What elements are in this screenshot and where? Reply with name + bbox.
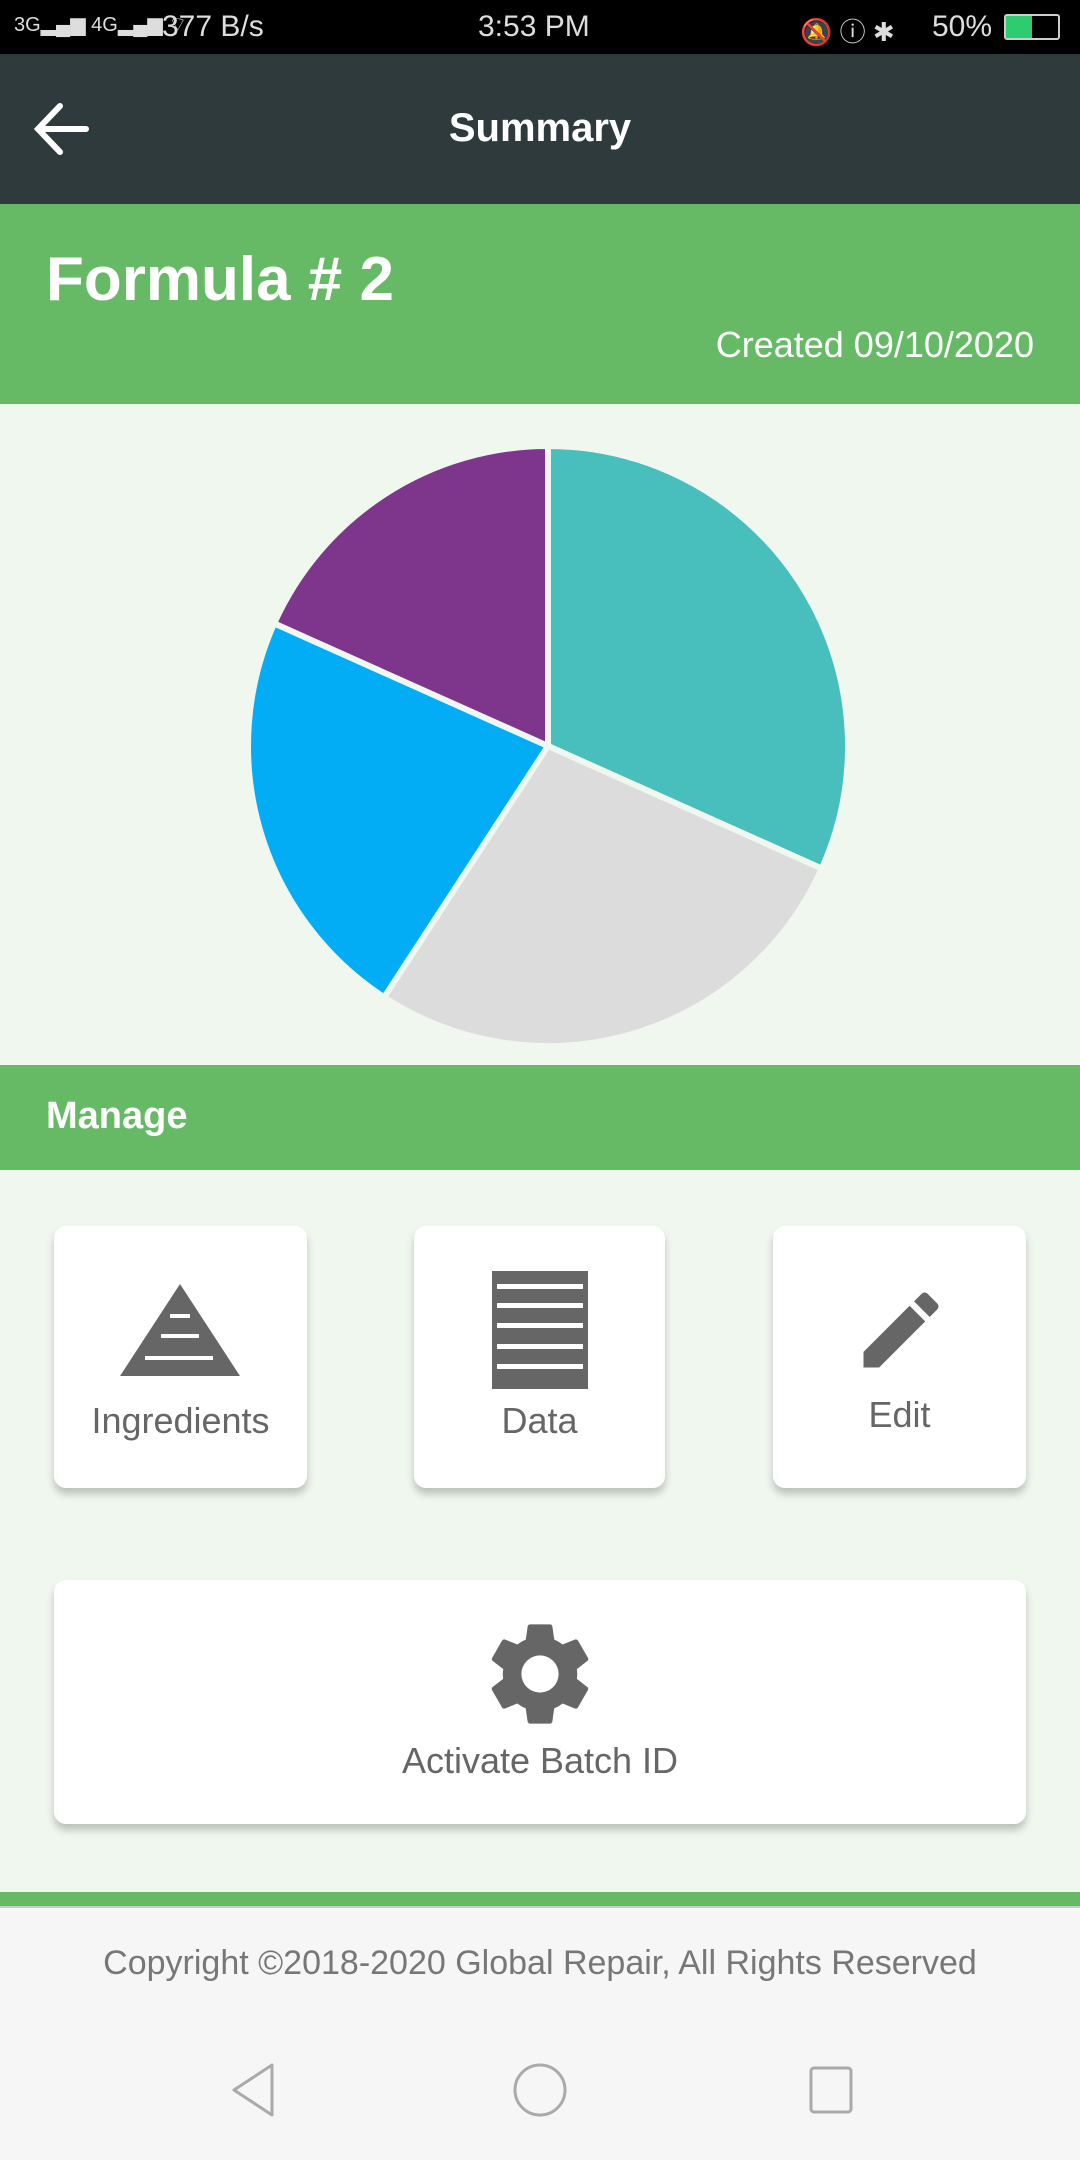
gear-icon [491, 1624, 589, 1724]
formula-title: Formula # 2 [46, 245, 394, 314]
created-date: Created 09/10/2020 [715, 324, 1034, 365]
activate-batch-id-button[interactable]: Activate Batch ID [54, 1580, 1026, 1824]
nav-back-icon[interactable] [228, 2060, 278, 2120]
edit-button[interactable]: Edit [773, 1226, 1026, 1488]
data-label: Data [501, 1400, 578, 1441]
status-icons: 🔕 ⓘ ✱ [800, 17, 895, 47]
app-bar: Summary [0, 54, 1080, 204]
edit-label: Edit [868, 1394, 931, 1435]
pie-chart-area [0, 404, 1080, 1064]
document-lines-icon [492, 1271, 588, 1389]
battery-icon [1004, 14, 1060, 40]
nav-home-icon[interactable] [510, 2060, 570, 2120]
clock: 3:53 PM [478, 10, 590, 43]
activate-label: Activate Batch ID [401, 1740, 679, 1781]
network-speed: 377 B/s [162, 10, 264, 43]
status-bar: 3G▂▄▆ 4G▂▄▆ ⌔ 377 B/s 3:53 PM 🔕 ⓘ ✱ 50% [0, 0, 1080, 54]
nav-recents-icon[interactable] [806, 2060, 856, 2120]
formula-header: Formula # 2 Created 09/10/2020 [0, 204, 1080, 404]
manage-header: Manage [0, 1065, 1080, 1170]
ingredients-label: Ingredients [91, 1400, 270, 1441]
pencil-icon [863, 1292, 939, 1368]
pyramid-icon [120, 1284, 240, 1376]
footer-divider [0, 1892, 1080, 1906]
pie-chart [245, 442, 851, 1049]
copyright-text: Copyright ©2018-2020 Global Repair, All … [103, 1944, 977, 1982]
battery-percent: 50% [932, 10, 993, 43]
data-button[interactable]: Data [414, 1226, 665, 1488]
ingredients-button[interactable]: Ingredients [54, 1226, 307, 1488]
page-title: Summary [448, 106, 632, 150]
footer: Copyright ©2018-2020 Global Repair, All … [0, 1906, 1080, 2160]
